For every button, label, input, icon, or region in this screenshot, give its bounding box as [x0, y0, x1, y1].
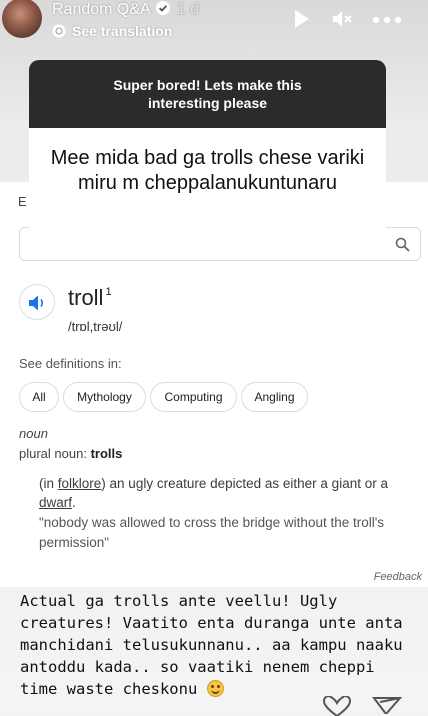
- play-icon[interactable]: [293, 8, 311, 30]
- pronunciation-text: /trɒl,trəʊl/: [68, 319, 123, 334]
- answer-caption: Actual ga trolls ante veellu! Ugly creat…: [20, 590, 420, 700]
- send-icon[interactable]: [372, 696, 402, 714]
- question-sticker: Super bored! Lets make this interesting …: [29, 60, 386, 260]
- avatar[interactable]: [2, 0, 42, 38]
- dwarf-link[interactable]: dwarf: [39, 495, 72, 510]
- chip-mythology[interactable]: Mythology: [63, 382, 146, 412]
- pronunciation-speaker-button[interactable]: [19, 284, 55, 320]
- feedback-link[interactable]: Feedback: [374, 571, 422, 583]
- search-icon: [395, 237, 410, 252]
- chip-computing[interactable]: Computing: [150, 382, 237, 412]
- header-fragment: E: [18, 194, 27, 209]
- question-response-box: Mee mida bad ga trolls chese variki miru…: [29, 128, 386, 240]
- plural-value: trolls: [90, 446, 123, 461]
- author-name[interactable]: Random Q&A: [52, 1, 151, 18]
- heart-icon[interactable]: [322, 696, 352, 716]
- speaker-icon: [29, 295, 44, 311]
- plural-label: plural noun:: [19, 446, 87, 461]
- headword-text: troll: [68, 285, 104, 310]
- plural-line: plural noun: trolls: [19, 446, 122, 461]
- folklore-link[interactable]: folklore: [58, 476, 102, 491]
- see-translation-label: See translation: [72, 23, 173, 39]
- globe-icon: [52, 24, 66, 38]
- see-definitions-label: See definitions in:: [19, 356, 122, 371]
- question-response: Mee mida bad ga trolls chese variki miru…: [50, 147, 365, 194]
- verified-badge-icon: [155, 0, 171, 21]
- example-sentence: "nobody was allowed to cross the bridge …: [39, 515, 385, 550]
- chip-all[interactable]: All: [19, 382, 59, 412]
- question-prompt: Super bored! Lets make this interesting …: [113, 77, 302, 111]
- definition-text: (in folklore) an ugly creature depicted …: [39, 476, 388, 510]
- time-ago: 1 d: [176, 1, 199, 18]
- author-line: Random Q&A 1 d: [52, 0, 199, 21]
- smile-emoji-icon: [206, 680, 224, 697]
- more-icon[interactable]: [372, 16, 402, 24]
- story-header: Random Q&A 1 d See translation: [0, 0, 428, 50]
- chip-angling[interactable]: Angling: [241, 382, 308, 412]
- headword: troll 1: [68, 285, 112, 311]
- question-prompt-box: Super bored! Lets make this interesting …: [29, 60, 386, 128]
- part-of-speech: noun: [19, 426, 48, 441]
- speaker-muted-icon[interactable]: [331, 8, 353, 30]
- see-translation-link[interactable]: See translation: [52, 23, 172, 39]
- headword-superscript: 1: [105, 286, 112, 298]
